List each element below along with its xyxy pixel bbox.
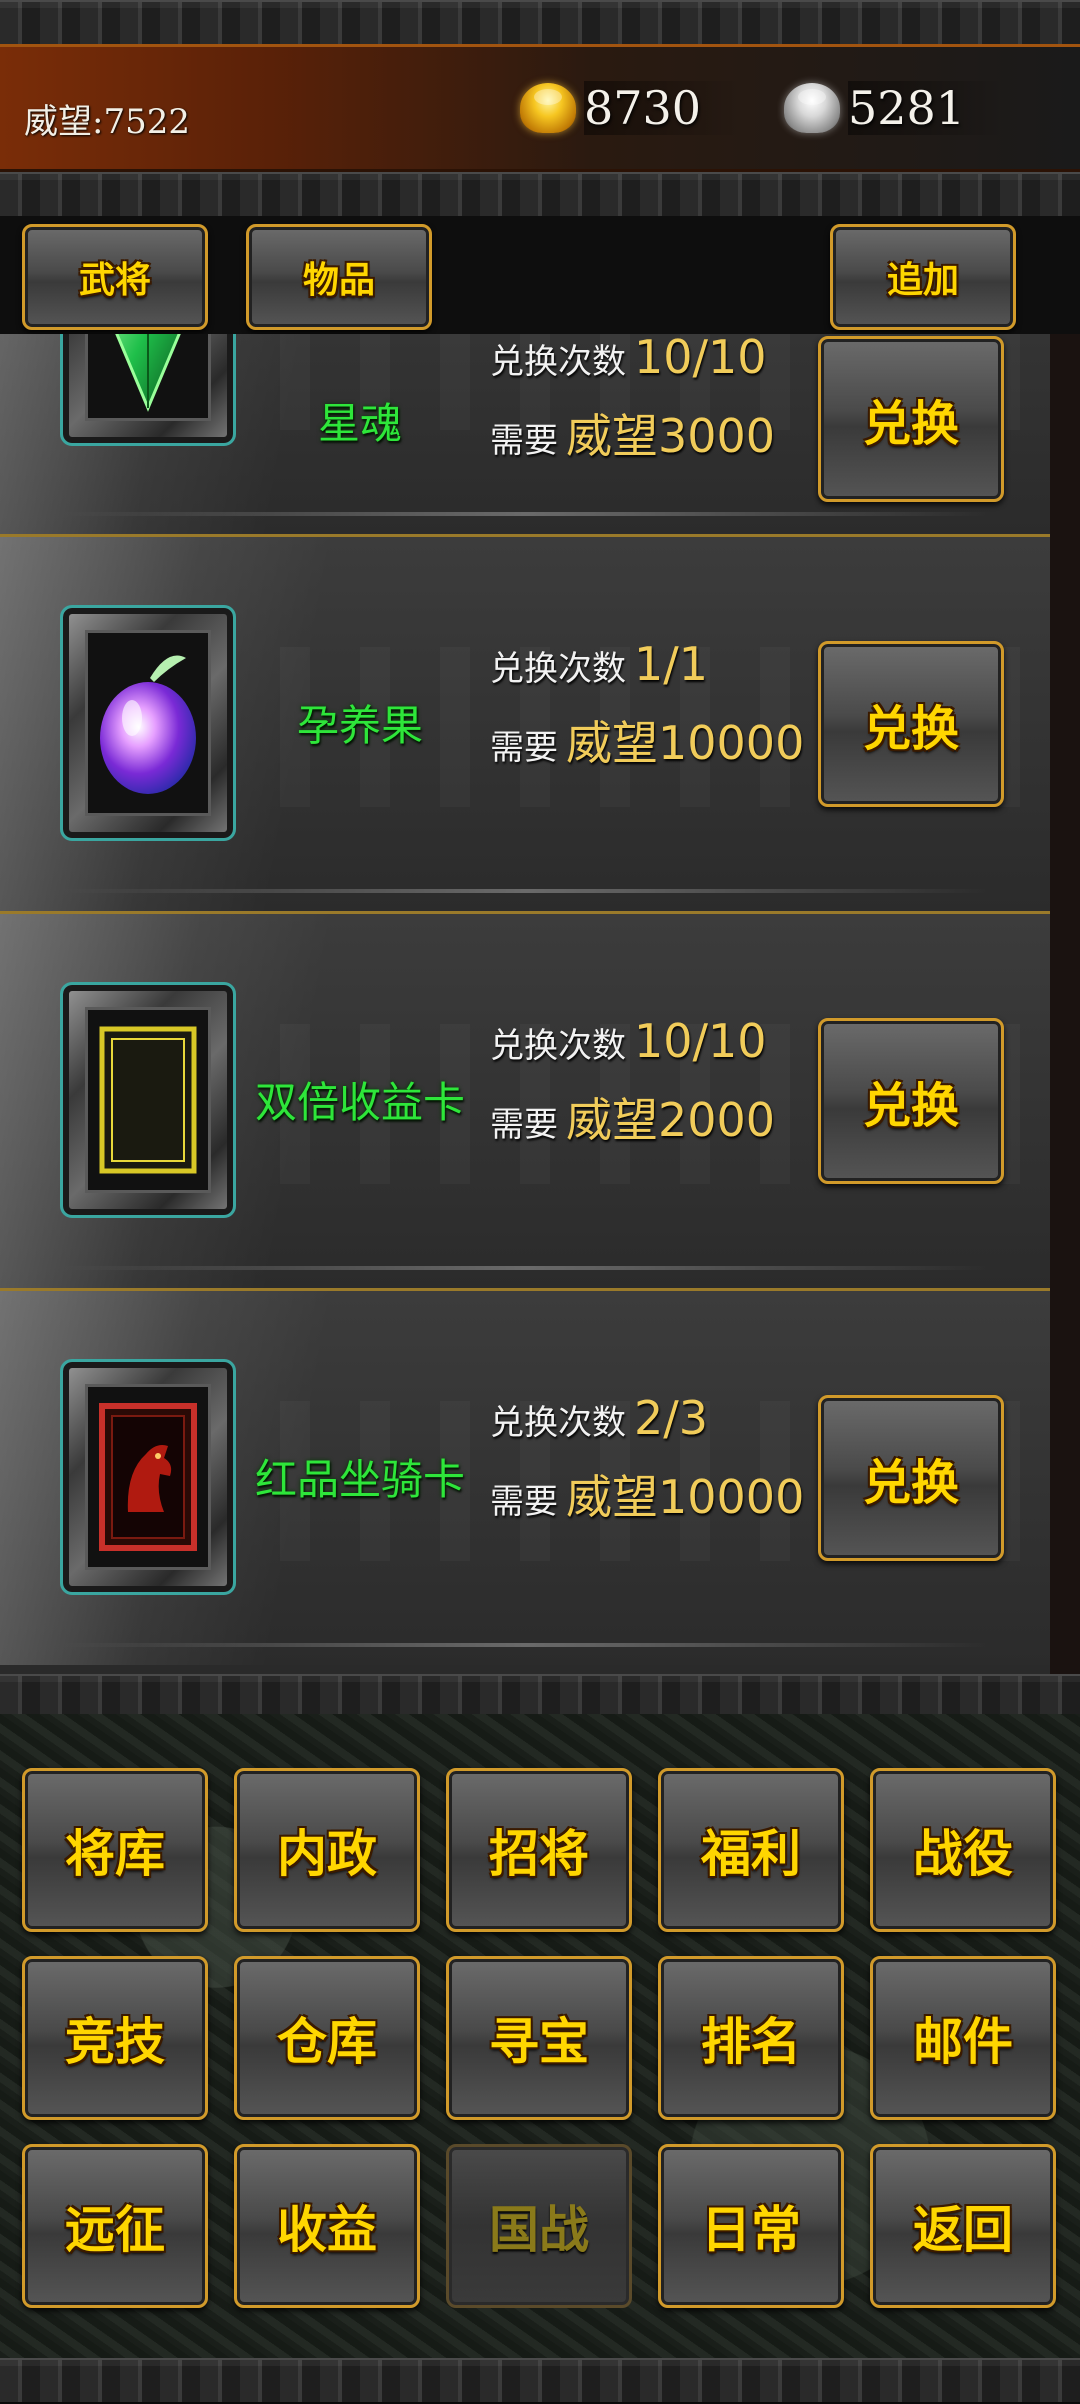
- item-info: 兑换次数 10/10 需要 威望2000: [490, 1014, 775, 1154]
- need-label: 需要: [490, 421, 558, 461]
- list-bottom-strip: [0, 1674, 1080, 1718]
- item-name: 孕养果: [296, 701, 423, 750]
- item-slot[interactable]: [60, 605, 236, 841]
- item-info: 兑换次数 2/3 需要 威望10000: [490, 1391, 804, 1531]
- gold-currency: 8730: [520, 78, 742, 138]
- count-label: 兑换次数: [490, 649, 626, 689]
- need-value: 威望2000: [566, 1093, 776, 1147]
- menu-ranking[interactable]: 排名: [658, 1956, 844, 2120]
- menu-daily[interactable]: 日常: [658, 2144, 844, 2308]
- count-value: 2/3: [634, 1391, 709, 1445]
- count-value: 10/10: [634, 1014, 767, 1068]
- list-scroll-track: [1050, 334, 1080, 1674]
- need-label: 需要: [490, 728, 558, 768]
- item-name: 红品坐骑卡: [254, 1455, 465, 1504]
- menu-recruit[interactable]: 招将: [446, 1768, 632, 1932]
- need-value: 威望10000: [566, 716, 805, 770]
- silver-ingot-icon: [784, 83, 840, 133]
- menu-welfare[interactable]: 福利: [658, 1768, 844, 1932]
- purple-fruit-icon: [100, 655, 196, 794]
- list-item: 双倍收益卡 兑换次数 10/10 需要 威望2000 兑换: [0, 911, 1050, 1288]
- bottom-border-strip: [0, 2358, 1080, 2404]
- list-item: 红品坐骑卡 兑换次数 2/3 需要 威望10000 兑换: [0, 1288, 1050, 1665]
- need-value: 威望10000: [566, 1470, 805, 1524]
- menu-arena[interactable]: 竞技: [22, 1956, 208, 2120]
- item-info: 兑换次数 1/1 需要 威望10000: [490, 637, 804, 777]
- tab-items[interactable]: 物品: [246, 224, 432, 330]
- need-label: 需要: [490, 1105, 558, 1145]
- menu-general-storage[interactable]: 将库: [22, 1768, 208, 1932]
- menu-mail[interactable]: 邮件: [870, 1956, 1056, 2120]
- menu-warehouse[interactable]: 仓库: [234, 1956, 420, 2120]
- menu-back[interactable]: 返回: [870, 2144, 1056, 2308]
- income-card-icon: [99, 1026, 197, 1174]
- gold-amount: 8730: [584, 81, 742, 135]
- item-slot[interactable]: [60, 982, 236, 1218]
- green-crystal-icon: [115, 334, 181, 412]
- category-tabs: 武将 物品 追加: [0, 216, 1080, 334]
- gold-ingot-icon: [520, 83, 576, 133]
- count-label: 兑换次数: [490, 1403, 626, 1443]
- menu-domestic[interactable]: 内政: [234, 1768, 420, 1932]
- top-border-strip: [0, 0, 1080, 48]
- item-info: 兑换次数 10/10 需要 威望3000: [490, 334, 775, 470]
- exchange-button[interactable]: 兑换: [818, 336, 1004, 502]
- list-item: 孕养果 兑换次数 1/1 需要 威望10000 兑换: [0, 534, 1050, 911]
- tab-append[interactable]: 追加: [830, 224, 1016, 330]
- item-slot[interactable]: [60, 1359, 236, 1595]
- count-label: 兑换次数: [490, 342, 626, 382]
- exchange-button[interactable]: 兑换: [818, 1395, 1004, 1561]
- item-name: 双倍收益卡: [254, 1078, 465, 1127]
- count-label: 兑换次数: [490, 1026, 626, 1066]
- menu-expedition[interactable]: 远征: [22, 2144, 208, 2308]
- item-slot[interactable]: [60, 334, 236, 446]
- need-label: 需要: [490, 1482, 558, 1522]
- count-value: 1/1: [634, 637, 709, 691]
- exchange-list[interactable]: 星魂 兑换次数 10/10 需要 威望3000 兑换 孕养果 兑换次数 1/1 …: [0, 334, 1054, 1674]
- menu-nation-war[interactable]: 国战: [446, 2144, 632, 2308]
- prestige-display: 威望:7522: [24, 102, 190, 142]
- list-item: 星魂 兑换次数 10/10 需要 威望3000 兑换: [0, 334, 1050, 534]
- exchange-button[interactable]: 兑换: [818, 1018, 1004, 1184]
- silver-amount: 5281: [848, 81, 1006, 135]
- main-menu: 将库 内政 招将 福利 战役 竞技 仓库 寻宝 排名 邮件 远征 收益 国战 日…: [0, 1714, 1080, 2358]
- exchange-button[interactable]: 兑换: [818, 641, 1004, 807]
- need-value: 威望3000: [566, 409, 776, 463]
- resource-bar: 威望:7522 8730 5281: [0, 44, 1080, 172]
- menu-campaign[interactable]: 战役: [870, 1768, 1056, 1932]
- tab-generals[interactable]: 武将: [22, 224, 208, 330]
- menu-income[interactable]: 收益: [234, 2144, 420, 2308]
- menu-treasure-hunt[interactable]: 寻宝: [446, 1956, 632, 2120]
- count-value: 10/10: [634, 334, 767, 384]
- header-border-strip: [0, 172, 1080, 220]
- item-name: 星魂: [317, 399, 402, 448]
- silver-currency: 5281: [784, 78, 1006, 138]
- horse-card-icon: [99, 1403, 197, 1551]
